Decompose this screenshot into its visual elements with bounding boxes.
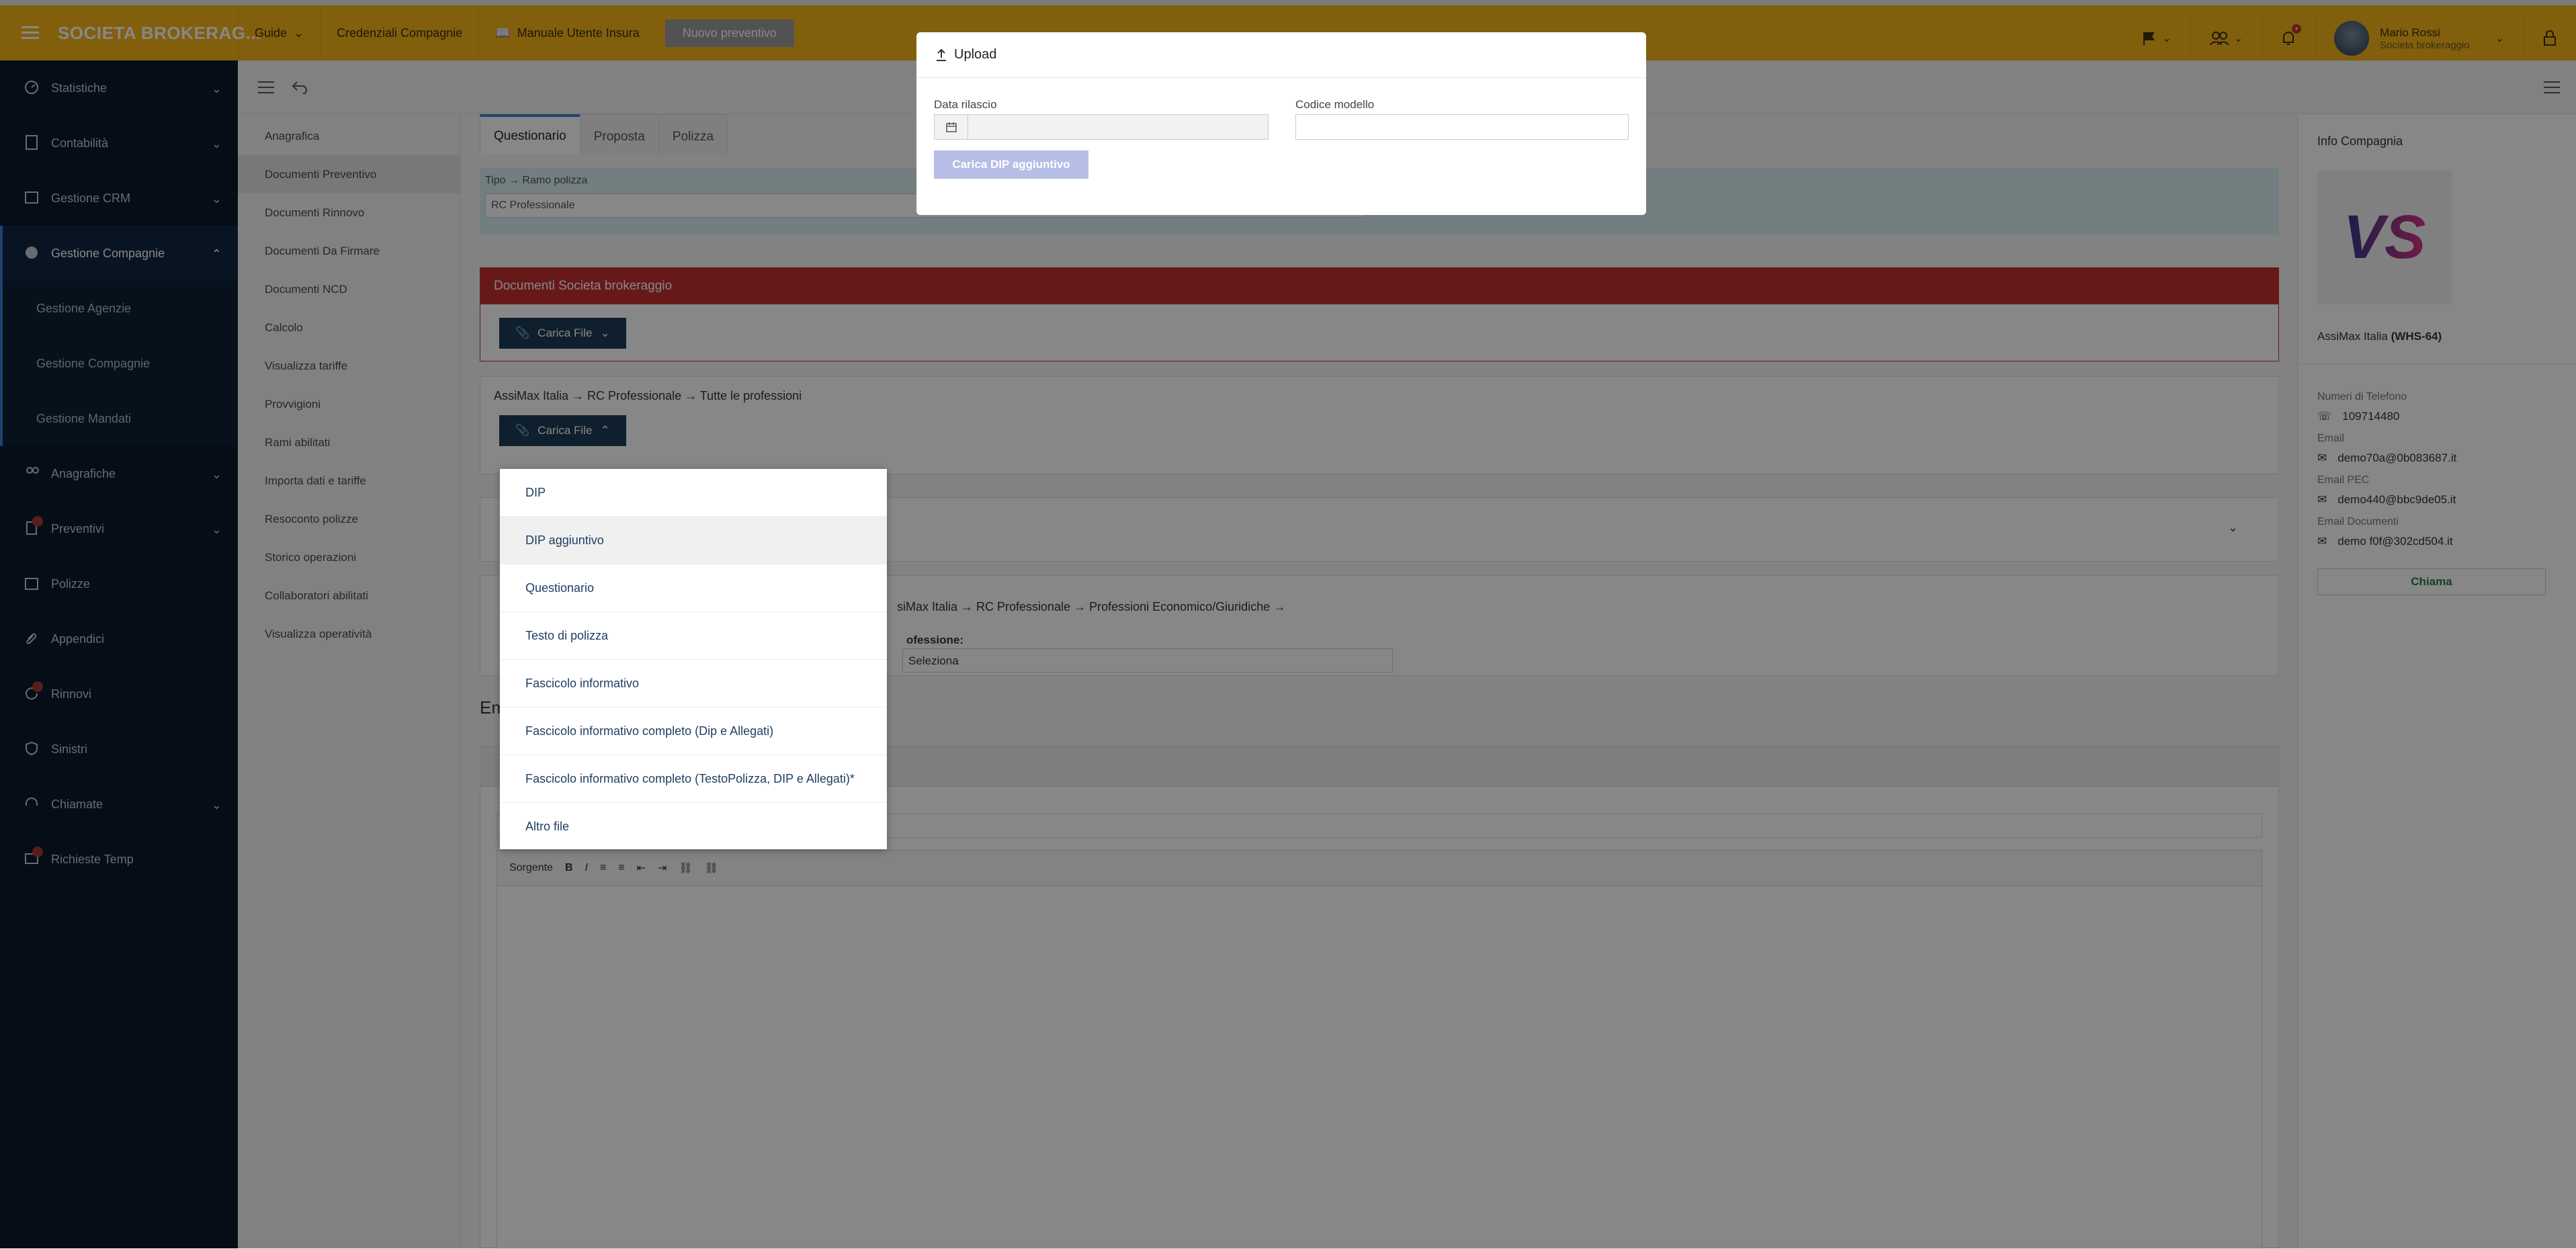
dropdown-option-questionario[interactable]: Questionario bbox=[500, 564, 887, 612]
dropdown-option-dip[interactable]: DIP bbox=[500, 469, 887, 517]
modal-header: Upload bbox=[916, 32, 1646, 78]
modal-title: Upload bbox=[954, 47, 997, 62]
upload-dip-button[interactable]: Carica DIP aggiuntivo bbox=[934, 150, 1088, 179]
date-label: Data rilascio bbox=[934, 98, 997, 111]
dropdown-option-dip-aggiuntivo[interactable]: DIP aggiuntivo bbox=[500, 517, 887, 564]
dropdown-option-testo-polizza[interactable]: Testo di polizza bbox=[500, 612, 887, 660]
upload-icon bbox=[935, 48, 947, 62]
dropdown-option-altro[interactable]: Altro file bbox=[500, 803, 887, 851]
date-input[interactable] bbox=[934, 114, 1269, 140]
dropdown-option-fascicolo[interactable]: Fascicolo informativo bbox=[500, 660, 887, 707]
dropdown-option-fascicolo-completo-testo[interactable]: Fascicolo informativo completo (TestoPol… bbox=[500, 755, 887, 803]
calendar-icon[interactable] bbox=[935, 115, 968, 139]
upload-type-dropdown: DIP DIP aggiuntivo Questionario Testo di… bbox=[500, 469, 887, 849]
model-code-input[interactable] bbox=[1295, 114, 1629, 140]
dropdown-option-fascicolo-completo[interactable]: Fascicolo informativo completo (Dip e Al… bbox=[500, 707, 887, 755]
upload-modal: Upload Data rilascio Codice modello Cari… bbox=[916, 32, 1646, 215]
model-code-label: Codice modello bbox=[1295, 98, 1375, 111]
